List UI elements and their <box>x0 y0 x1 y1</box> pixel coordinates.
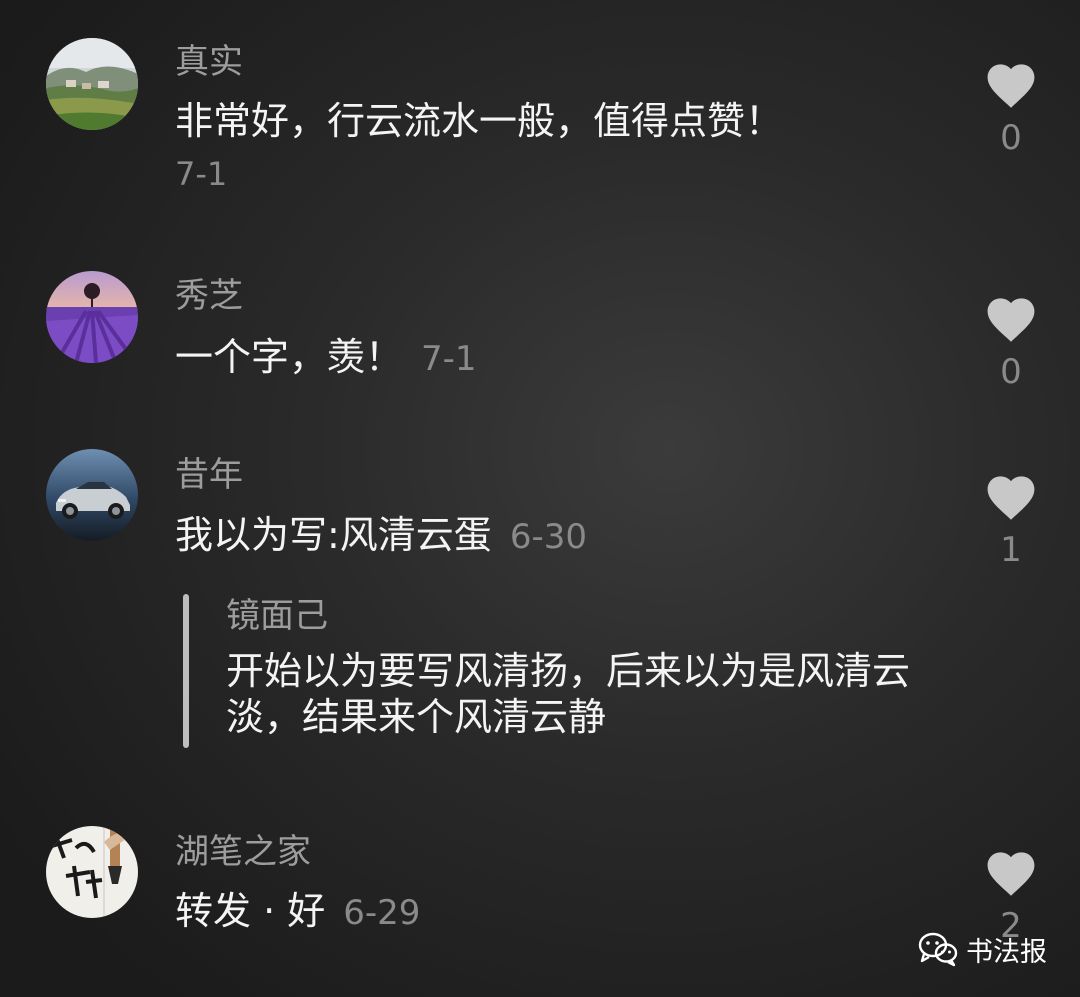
heart-icon <box>987 298 1035 342</box>
comment-date: 7-1 <box>175 155 228 193</box>
comment-date: 7-1 <box>421 339 477 379</box>
heart-icon <box>987 852 1035 896</box>
like-count: 0 <box>1000 352 1022 392</box>
reply-text: 开始以为要写风清扬，后来以为是风清云淡，结果来个风清云静 <box>226 649 911 739</box>
wechat-watermark: 书法报 <box>918 926 1047 972</box>
reply-divider <box>183 594 189 748</box>
lavender-field-avatar[interactable] <box>46 271 138 363</box>
comment-date: 6-29 <box>343 893 421 933</box>
comment-text-content: 一个字，羡！ <box>175 335 404 379</box>
watermark-label: 书法报 <box>966 936 1047 968</box>
comment-text: 一个字，羡！ 7-1 <box>175 334 477 382</box>
like-count: 0 <box>1000 118 1022 158</box>
village-landscape-avatar[interactable] <box>46 38 138 130</box>
heart-icon <box>987 64 1035 108</box>
comment-author[interactable]: 昔年 <box>175 455 243 495</box>
comment-author[interactable]: 秀芝 <box>175 276 243 316</box>
like-button[interactable]: 1 <box>980 472 1042 570</box>
like-button[interactable]: 0 <box>980 60 1042 158</box>
comment-date: 6-30 <box>509 517 587 557</box>
comment-text: 我以为写:风清云蛋 6-30 <box>175 512 587 560</box>
reply-author[interactable]: 镜面己 <box>226 596 328 636</box>
sports-car-avatar[interactable] <box>46 449 138 541</box>
like-button[interactable]: 0 <box>980 294 1042 392</box>
comment-text-content: 我以为写:风清云蛋 <box>175 513 492 557</box>
comment-text-content: 转发 · 好 <box>175 889 326 933</box>
reply-block[interactable]: 镜面己 开始以为要写风清扬，后来以为是风清云淡，结果来个风清云静 <box>183 594 943 748</box>
comment-author[interactable]: 湖笔之家 <box>175 832 311 872</box>
wechat-icon <box>918 932 958 967</box>
heart-icon <box>987 476 1035 520</box>
comment-author[interactable]: 真实 <box>175 42 243 82</box>
like-count: 1 <box>1000 530 1022 570</box>
calligraphy-brush-avatar[interactable] <box>46 826 138 918</box>
comment-text: 转发 · 好 6-29 <box>175 888 420 936</box>
comment-text: 非常好，行云流水一般，值得点赞！ <box>175 99 784 143</box>
